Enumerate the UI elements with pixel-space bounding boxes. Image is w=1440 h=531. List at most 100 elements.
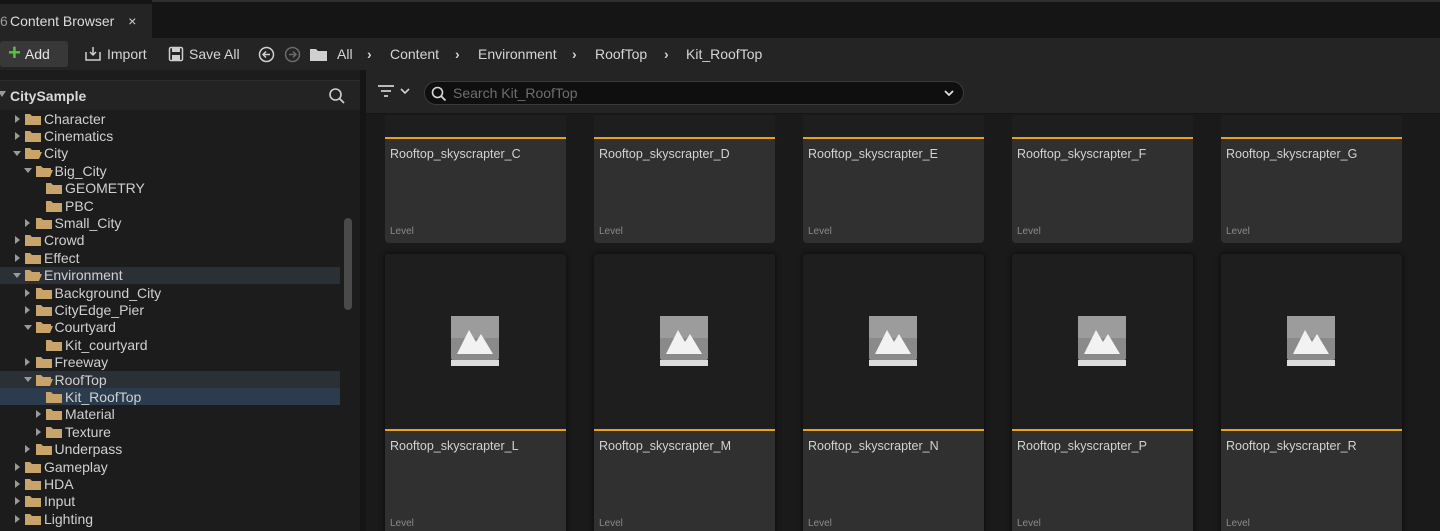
asset-tile[interactable]: Rooftop_skyscrapter_E Level <box>803 115 984 243</box>
filter-button[interactable] <box>378 84 411 98</box>
asset-name: Rooftop_skyscrapter_F <box>1017 147 1147 161</box>
tree-item[interactable]: Freeway <box>0 354 340 371</box>
chevron-right-icon[interactable] <box>12 514 22 524</box>
asset-tile[interactable]: Rooftop_skyscrapter_L Level <box>385 254 566 531</box>
chevron-right-icon[interactable] <box>23 288 33 298</box>
tree-item[interactable]: Underpass <box>0 441 340 458</box>
chevron-down-icon[interactable] <box>12 270 22 280</box>
tree-root-title[interactable]: CitySample <box>10 88 86 104</box>
tree-item[interactable]: Material <box>0 406 340 423</box>
back-button[interactable] <box>258 38 280 70</box>
folder-icon <box>35 442 53 456</box>
tree-item[interactable]: Courtyard <box>0 319 340 336</box>
chevron-right-icon[interactable] <box>23 444 33 454</box>
tree-item[interactable]: Character <box>0 110 340 127</box>
search-icon[interactable] <box>328 87 346 105</box>
tree-item[interactable]: City <box>0 145 340 162</box>
arrow-right-circle-icon <box>284 46 301 62</box>
folder-icon <box>24 233 42 247</box>
close-icon[interactable]: × <box>128 13 136 29</box>
chevron-right-icon[interactable] <box>12 496 22 506</box>
import-label: Import <box>107 46 147 62</box>
folder-icon <box>45 338 63 352</box>
tree-item[interactable]: Big_City <box>0 162 340 179</box>
chevron-down-icon[interactable] <box>23 322 33 332</box>
tree-item[interactable]: Kit_RoofTop <box>0 388 340 406</box>
tree-item[interactable]: HDA <box>0 475 340 492</box>
search-input[interactable]: Search Kit_RoofTop <box>424 81 964 105</box>
save-icon <box>168 46 184 62</box>
chevron-right-icon[interactable] <box>23 357 33 367</box>
tab-content-browser[interactable]: 6 Content Browser × <box>0 4 152 38</box>
asset-tile[interactable]: Rooftop_skyscrapter_M Level <box>594 254 775 531</box>
asset-thumbnail <box>385 115 566 137</box>
tree-item[interactable]: CityEdge_Pier <box>0 301 340 318</box>
tree-item[interactable]: Texture <box>0 423 340 440</box>
chevron-right-icon[interactable] <box>23 305 33 315</box>
chevron-down-icon[interactable] <box>12 148 22 158</box>
tab-strip: 6 Content Browser × <box>0 0 1440 38</box>
asset-tile[interactable]: Rooftop_skyscrapter_G Level <box>1221 115 1402 243</box>
tree-item[interactable]: Input <box>0 493 340 510</box>
breadcrumb-item[interactable]: RoofTop <box>595 38 647 70</box>
tree-item[interactable]: Gameplay <box>0 458 340 475</box>
chevron-right-icon[interactable] <box>12 479 22 489</box>
asset-type-label: Level <box>808 518 832 529</box>
tree-item[interactable]: Crowd <box>0 232 340 249</box>
chevron-down-icon[interactable] <box>23 166 33 176</box>
chevron-right-icon[interactable] <box>12 462 22 472</box>
chevron-down-icon[interactable] <box>943 87 955 99</box>
tree-item-label: City <box>44 145 69 162</box>
asset-tile[interactable]: Rooftop_skyscrapter_P Level <box>1012 254 1193 531</box>
asset-tile[interactable]: Rooftop_skyscrapter_N Level <box>803 254 984 531</box>
tree-item[interactable]: Lighting <box>0 510 340 527</box>
chevron-down-icon[interactable] <box>23 375 33 385</box>
tree-item[interactable]: Small_City <box>0 214 340 231</box>
asset-tile[interactable]: Rooftop_skyscrapter_C Level <box>385 115 566 243</box>
level-icon <box>451 315 499 371</box>
folder-open-icon <box>35 320 53 334</box>
tree-item[interactable]: Background_City <box>0 284 340 301</box>
save-all-button[interactable]: Save All <box>168 38 240 70</box>
chevron-right-icon[interactable] <box>12 114 22 124</box>
asset-thumbnail <box>1221 115 1402 137</box>
asset-type-bar <box>1221 137 1402 139</box>
tree-item-label: Cinematics <box>44 127 114 144</box>
chevron-right-icon[interactable] <box>12 253 22 263</box>
folder-tree-panel: CitySample Character Cinematics City Big_Ci… <box>0 70 360 531</box>
tree-item[interactable]: Effect <box>0 249 340 266</box>
chevron-right-icon[interactable] <box>23 218 33 228</box>
tree-item[interactable]: GEOMETRY <box>0 180 340 197</box>
forward-button[interactable] <box>284 38 306 70</box>
add-button[interactable]: + Add <box>0 41 68 67</box>
tree-item[interactable]: Cinematics <box>0 127 340 144</box>
asset-name: Rooftop_skyscrapter_R <box>1226 439 1357 453</box>
folder-icon[interactable] <box>309 38 333 70</box>
asset-tile[interactable]: Rooftop_skyscrapter_D Level <box>594 115 775 243</box>
tree-scrollbar[interactable] <box>344 218 352 310</box>
asset-type-label: Level <box>599 518 623 529</box>
chevron-right-icon[interactable] <box>12 131 22 141</box>
asset-tile[interactable]: Rooftop_skyscrapter_F Level <box>1012 115 1193 243</box>
chevron-right-icon[interactable] <box>12 235 22 245</box>
asset-tile[interactable]: Rooftop_skyscrapter_R Level <box>1221 254 1402 531</box>
tree-item-label: Effect <box>44 249 80 266</box>
import-button[interactable]: Import <box>84 38 147 70</box>
breadcrumb-item[interactable]: All <box>337 38 353 70</box>
breadcrumb-item[interactable]: Kit_RoofTop <box>686 38 762 70</box>
asset-type-bar <box>803 429 984 431</box>
chevron-right-icon[interactable] <box>33 427 43 437</box>
tree-item[interactable]: Environment <box>0 266 340 284</box>
chevron-right-icon[interactable] <box>33 409 43 419</box>
tree-item[interactable]: RoofTop <box>0 371 340 388</box>
tab-label: Content Browser <box>10 13 115 29</box>
tree-item[interactable]: PBC <box>0 197 340 214</box>
chevron-down-icon[interactable] <box>0 91 6 97</box>
tree-item-label: Character <box>44 110 106 127</box>
tree-item[interactable]: Kit_courtyard <box>0 336 340 353</box>
breadcrumb-item[interactable]: Content <box>390 38 439 70</box>
breadcrumb-item[interactable]: Environment <box>478 38 557 70</box>
folder-icon <box>35 303 53 317</box>
